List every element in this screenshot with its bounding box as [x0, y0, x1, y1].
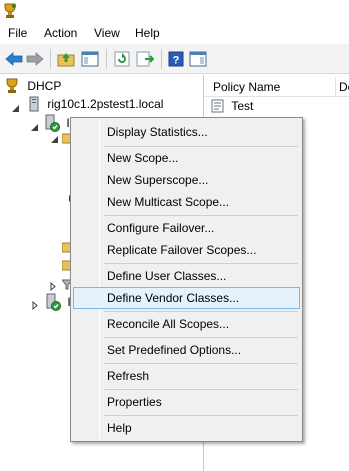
context-menu: Display Statistics... New Scope... New S… — [70, 117, 303, 442]
svg-text:?: ? — [173, 55, 180, 67]
help-icon[interactable]: ? — [166, 49, 186, 69]
menu-separator — [104, 263, 298, 264]
dhcp-icon — [4, 78, 20, 94]
show-hide-action-pane-icon[interactable] — [188, 49, 208, 69]
toolbar-separator — [50, 49, 51, 69]
policy-name: Test — [231, 99, 254, 113]
show-hide-tree-icon[interactable] — [80, 49, 100, 69]
server-icon — [27, 96, 41, 112]
menu-separator — [104, 311, 298, 312]
policy-icon — [211, 99, 225, 113]
collapse-arrow-icon[interactable] — [30, 119, 39, 131]
tree-item-dhcp[interactable]: DHCP — [4, 77, 61, 95]
menu-item-reconcile-all-scopes[interactable]: Reconcile All Scopes... — [73, 313, 300, 335]
dhcp-app-icon[interactable] — [2, 2, 18, 20]
menu-file[interactable]: File — [8, 26, 27, 40]
menu-separator — [104, 389, 298, 390]
ipv6-node-icon — [44, 293, 62, 311]
title-bar — [0, 0, 349, 22]
refresh-icon[interactable] — [112, 49, 132, 69]
policy-row[interactable]: Test — [211, 97, 253, 115]
tree-item-server[interactable]: rig10c1.2pstest1.local — [11, 95, 163, 113]
tree-item-folder-icon[interactable] — [50, 133, 59, 147]
menu-bar: File Action View Help — [0, 22, 349, 44]
back-arrow-icon[interactable] — [4, 49, 24, 69]
menu-separator — [104, 415, 298, 416]
column-header-description[interactable]: De — [336, 77, 349, 97]
export-list-icon[interactable] — [135, 49, 155, 69]
forward-arrow-icon[interactable] — [25, 49, 45, 69]
menu-item-new-multicast-scope[interactable]: New Multicast Scope... — [73, 191, 300, 213]
toolbar-separator — [106, 49, 107, 69]
menu-action[interactable]: Action — [44, 26, 77, 40]
column-header-policy-name[interactable]: Policy Name — [205, 77, 336, 97]
menu-item-new-scope[interactable]: New Scope... — [73, 147, 300, 169]
menu-item-define-vendor-classes[interactable]: Define Vendor Classes... — [73, 287, 300, 309]
menu-item-new-superscope[interactable]: New Superscope... — [73, 169, 300, 191]
menu-item-display-statistics[interactable]: Display Statistics... — [73, 121, 300, 143]
menu-item-refresh[interactable]: Refresh — [73, 365, 300, 387]
collapse-arrow-icon[interactable] — [11, 100, 20, 112]
menu-item-help[interactable]: Help — [73, 417, 300, 439]
toolbar-separator — [161, 49, 162, 69]
tree-label-server: rig10c1.2pstest1.local — [47, 97, 164, 111]
menu-separator — [104, 337, 298, 338]
ipv4-node-icon — [43, 114, 61, 132]
up-folder-icon[interactable] — [56, 49, 76, 69]
tree-label-dhcp: DHCP — [27, 79, 62, 93]
menu-item-set-predefined-options[interactable]: Set Predefined Options... — [73, 339, 300, 361]
menu-item-replicate-failover-scopes[interactable]: Replicate Failover Scopes... — [73, 239, 300, 261]
menu-item-properties[interactable]: Properties — [73, 391, 300, 413]
menu-view[interactable]: View — [94, 26, 120, 40]
menu-item-define-user-classes[interactable]: Define User Classes... — [73, 265, 300, 287]
menu-help[interactable]: Help — [135, 26, 160, 40]
expand-arrow-icon[interactable] — [32, 297, 38, 315]
menu-separator — [104, 363, 298, 364]
menu-separator — [104, 215, 298, 216]
menu-item-configure-failover[interactable]: Configure Failover... — [73, 217, 300, 239]
toolbar: ? — [0, 44, 349, 74]
